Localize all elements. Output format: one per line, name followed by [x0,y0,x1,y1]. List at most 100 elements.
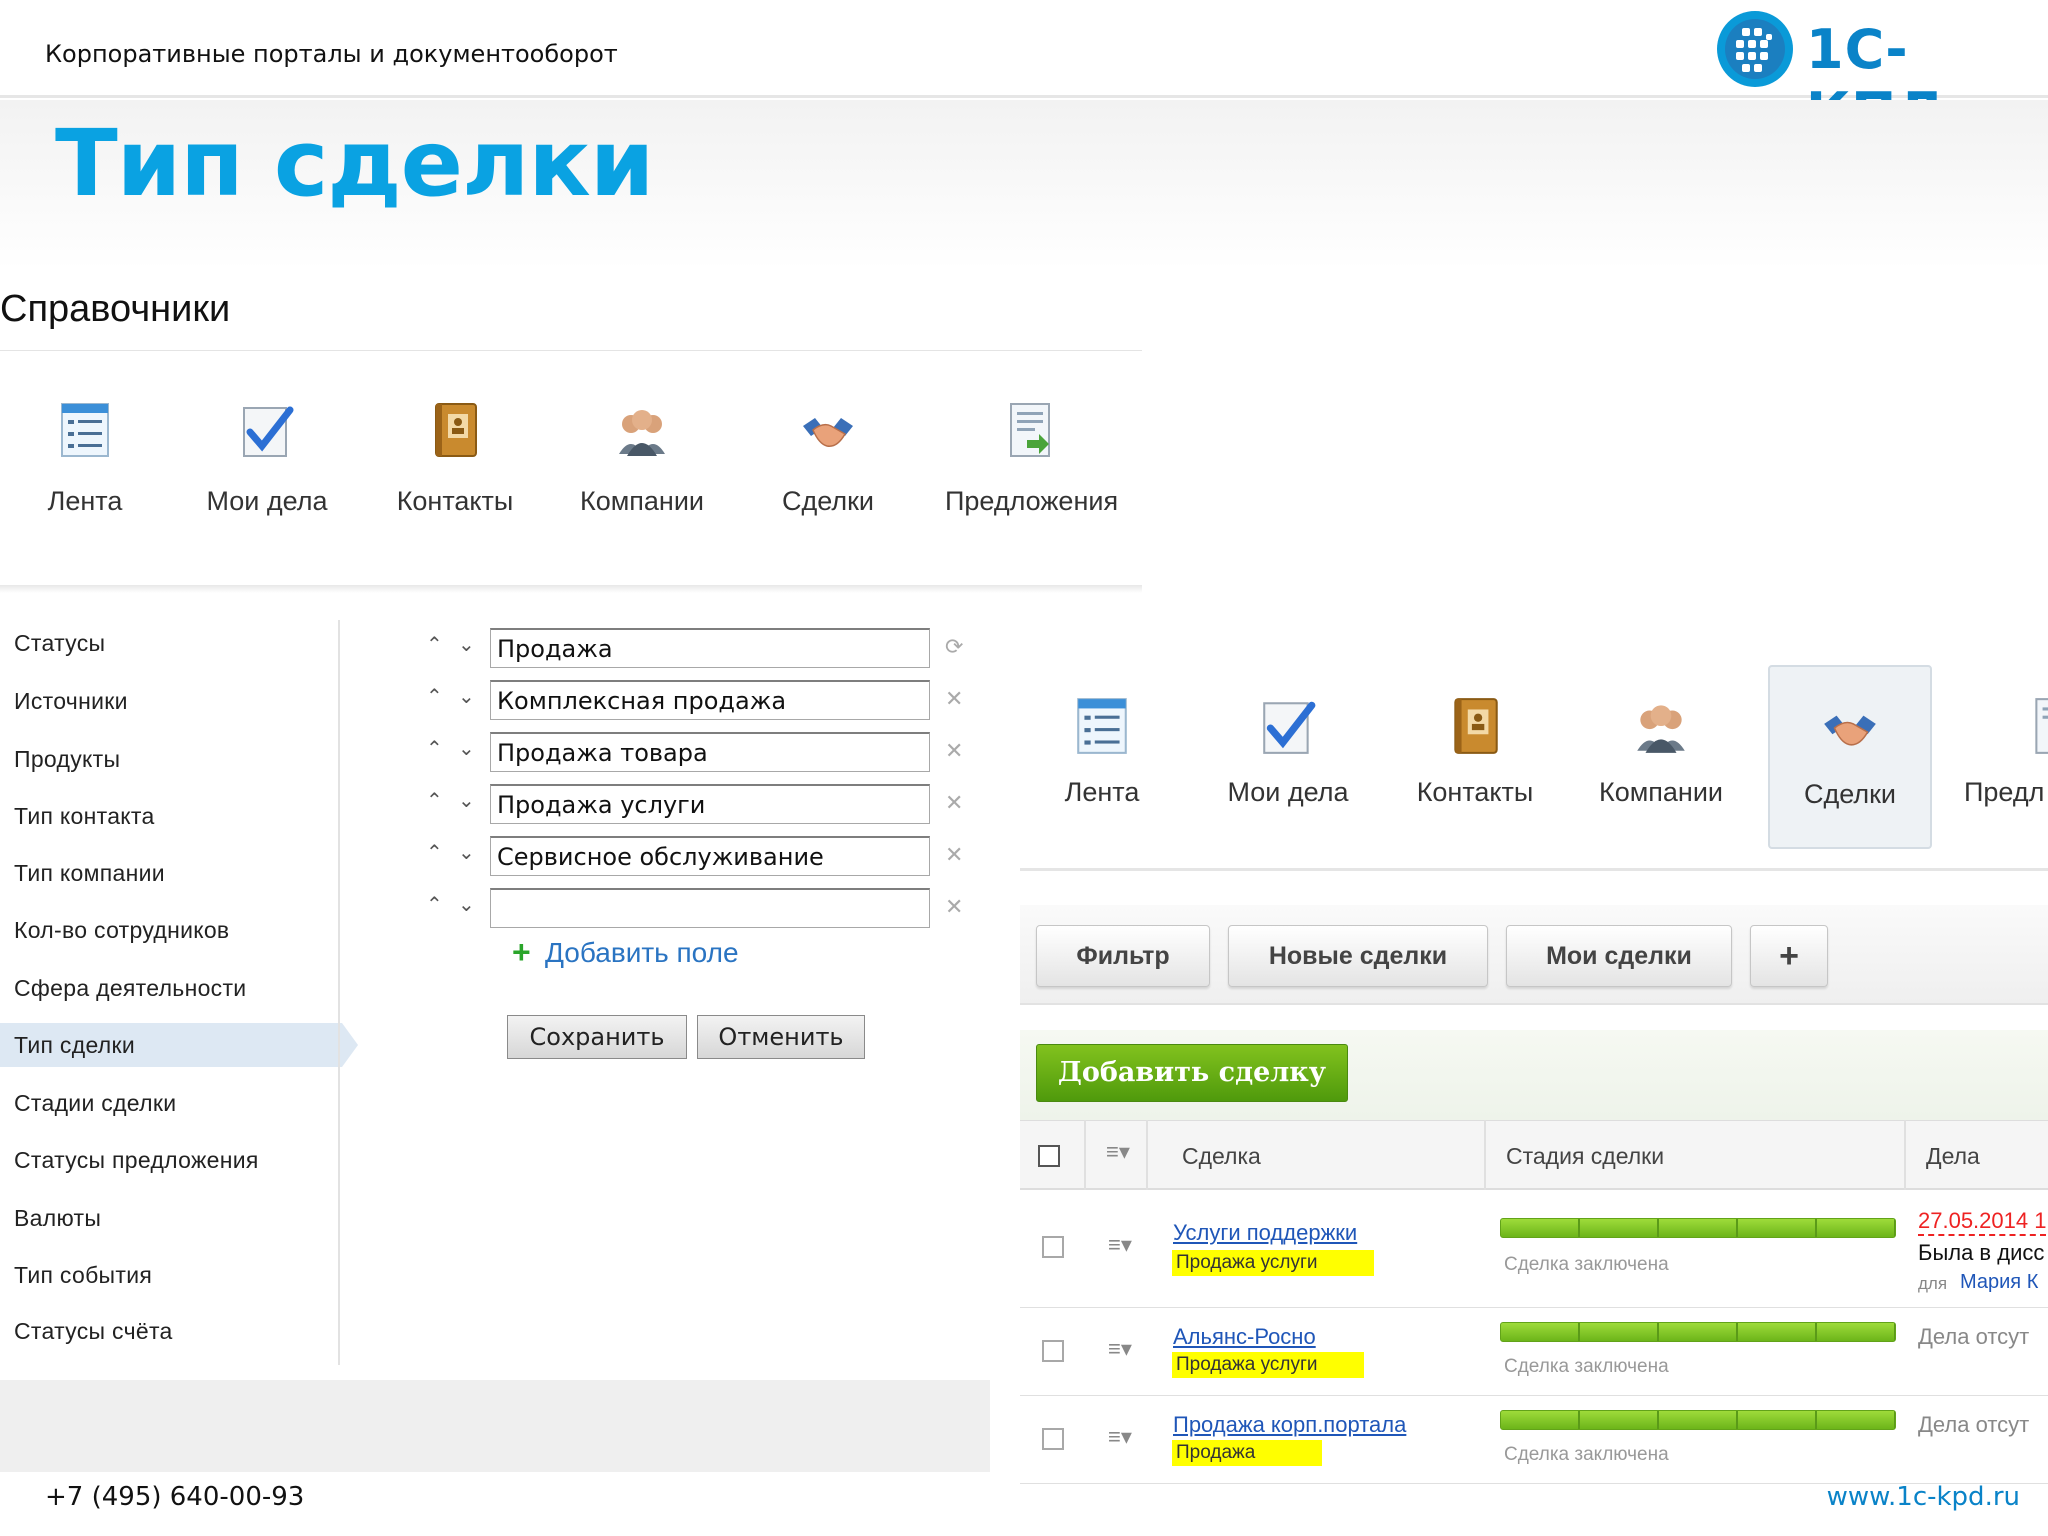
side-item-deal-stages[interactable]: Стадии сделки [14,1090,176,1117]
add-plus-icon[interactable]: + [512,934,531,971]
delete-icon[interactable]: ✕ [945,842,963,868]
tile-feed[interactable]: Лента [0,390,170,530]
add-deal-button[interactable]: Добавить сделку [1036,1044,1348,1102]
tile-deals-active[interactable]: Сделки [1768,665,1932,849]
table-row[interactable]: ≡▾ Продажа корп.портала Продажа Сделка з… [1020,1398,2048,1484]
delete-icon[interactable]: ✕ [945,686,963,712]
row-checkbox[interactable] [1042,1428,1064,1450]
move-down-icon[interactable]: ⌄ [458,840,475,865]
column-separator [1484,1120,1486,1190]
field-row: ⌃ ⌄ ✕ [420,834,980,878]
side-item-company-type[interactable]: Тип компании [14,860,165,887]
move-up-icon[interactable]: ⌃ [426,840,443,865]
tile-my-tasks[interactable]: Мои дела [1202,665,1374,849]
stage-progress-bar[interactable] [1500,1410,1896,1430]
activity-person-link[interactable]: Мария К [1960,1271,2038,1294]
footer-website-link[interactable]: www.1c-kpd.ru [1827,1482,2020,1512]
add-field-link[interactable]: Добавить поле [545,937,739,969]
move-down-icon[interactable]: ⌄ [458,892,475,917]
side-item-employee-count[interactable]: Кол-во сотрудников [14,917,229,944]
move-up-icon[interactable]: ⌃ [426,788,443,813]
row-menu-icon[interactable]: ≡▾ [1108,1232,1132,1258]
row-checkbox[interactable] [1042,1236,1064,1258]
deal-link[interactable]: Альянс-Росно [1173,1324,1316,1350]
side-item-industry[interactable]: Сфера деятельности [14,975,246,1002]
column-separator [1146,1120,1148,1190]
move-up-icon[interactable]: ⌃ [426,684,443,709]
slide-subtitle: Корпоративные порталы и документооборот [45,40,618,68]
delete-icon[interactable]: ✕ [945,894,963,920]
tile-proposals[interactable]: Предл [1952,665,2048,849]
feed-icon [61,403,109,457]
side-item-statuses[interactable]: Статусы [14,630,105,657]
tasks-check-icon [243,406,294,457]
deal-type-field[interactable] [490,732,930,772]
side-item-products[interactable]: Продукты [14,746,120,773]
save-button[interactable]: Сохранить [507,1015,687,1059]
move-down-icon[interactable]: ⌄ [458,632,475,657]
add-filter-button[interactable]: + [1750,925,1828,987]
side-item-event-type[interactable]: Тип события [14,1262,152,1289]
references-heading: Справочники [0,288,231,330]
column-header-deal[interactable]: Сделка [1182,1143,1261,1170]
deal-type-field[interactable] [490,628,930,668]
tile-contacts[interactable]: Контакты [370,390,540,530]
tile-companies[interactable]: Компании [1575,665,1747,849]
deal-type-field-empty[interactable] [490,888,930,928]
move-up-icon[interactable]: ⌃ [426,736,443,761]
side-item-currencies[interactable]: Валюты [14,1205,101,1232]
column-header-stage[interactable]: Стадия сделки [1506,1143,1664,1170]
tile-proposals[interactable]: Предложения [945,390,1118,530]
activity-date[interactable]: 27.05.2014 1 [1918,1208,2047,1236]
move-down-icon[interactable]: ⌄ [458,684,475,709]
my-deals-button[interactable]: Мои сделки [1506,925,1732,987]
row-checkbox[interactable] [1042,1340,1064,1362]
side-item-proposal-statuses[interactable]: Статусы предложения [14,1147,259,1174]
refresh-icon[interactable]: ⟳ [945,634,963,660]
stage-progress-bar[interactable] [1500,1322,1896,1342]
tile-label: Лента [1064,777,1140,807]
move-down-icon[interactable]: ⌄ [458,788,475,813]
activity-text: Была в дисс [1918,1240,2045,1265]
side-item-deal-type[interactable]: Тип сделки [14,1032,135,1059]
filter-button[interactable]: Фильтр [1036,925,1210,987]
select-all-checkbox[interactable] [1038,1145,1060,1167]
contacts-book-icon [1454,698,1498,754]
table-row[interactable]: ≡▾ Услуги поддержки Продажа услуги Сделк… [1020,1192,2048,1308]
new-deals-button[interactable]: Новые сделки [1228,925,1488,987]
deal-link[interactable]: Продажа корп.портала [1173,1412,1406,1438]
column-separator [1904,1120,1906,1190]
column-menu-icon[interactable]: ≡▾ [1106,1139,1130,1165]
cancel-button[interactable]: Отменить [697,1015,865,1059]
delete-icon[interactable]: ✕ [945,738,963,764]
table-row[interactable]: ≡▾ Альянс-Росно Продажа услуги Сделка за… [1020,1310,2048,1396]
stage-label: Сделка заключена [1504,1356,1669,1377]
move-down-icon[interactable]: ⌄ [458,736,475,761]
row-menu-icon[interactable]: ≡▾ [1108,1424,1132,1450]
contacts-book-icon [435,403,477,457]
tile-feed[interactable]: Лента [1016,665,1188,849]
proposal-doc-icon [2035,698,2048,754]
side-item-sources[interactable]: Источники [14,688,128,715]
move-up-icon[interactable]: ⌃ [426,892,443,917]
tile-companies[interactable]: Компании [557,390,727,530]
handshake-icon [803,418,853,447]
stage-progress-bar[interactable] [1500,1218,1896,1238]
tile-my-tasks[interactable]: Мои дела [182,390,352,530]
deal-type-field[interactable] [490,680,930,720]
side-item-contact-type[interactable]: Тип контакта [14,803,155,830]
deal-link[interactable]: Услуги поддержки [1173,1220,1357,1246]
side-item-invoice-statuses[interactable]: Статусы счёта [14,1318,173,1345]
deal-type-field[interactable] [490,784,930,824]
delete-icon[interactable]: ✕ [945,790,963,816]
stage-label: Сделка заключена [1504,1254,1669,1275]
tile-contacts[interactable]: Контакты [1389,665,1561,849]
companies-people-icon [619,410,665,456]
tile-label: Контакты [396,486,514,516]
tile-deals[interactable]: Сделки [743,390,913,530]
row-menu-icon[interactable]: ≡▾ [1108,1336,1132,1362]
column-header-activities[interactable]: Дела [1926,1143,1980,1170]
move-up-icon[interactable]: ⌃ [426,632,443,657]
deal-type-field[interactable] [490,836,930,876]
slide-title: Тип сделки [55,110,654,217]
